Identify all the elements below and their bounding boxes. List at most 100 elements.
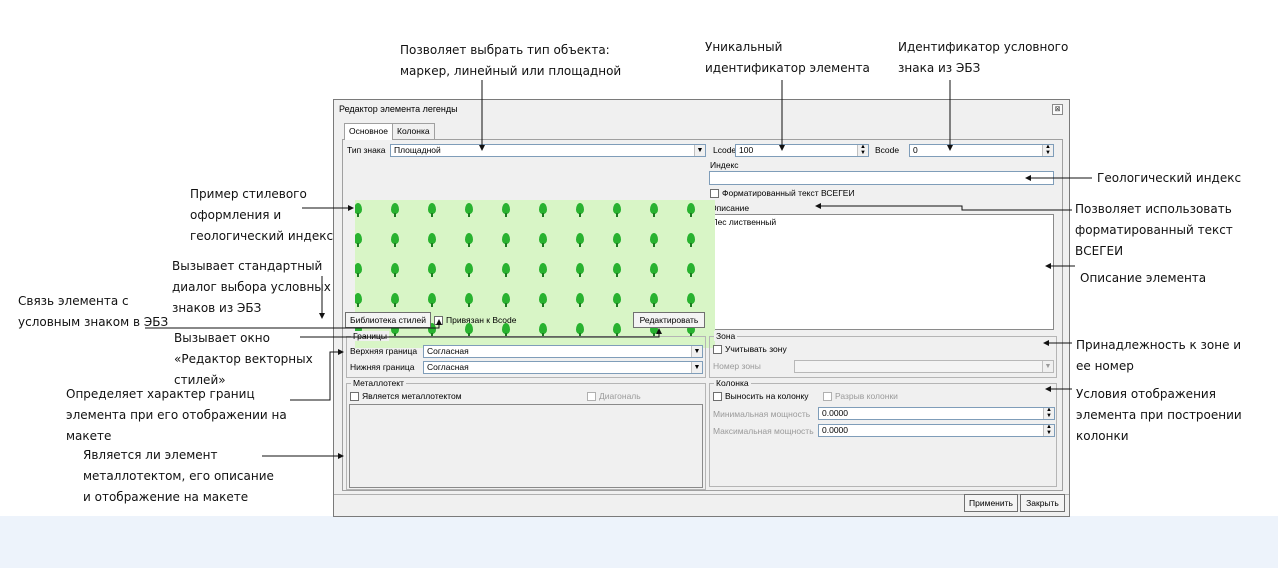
annotation-type-select: Позволяет выбрать тип объекта: маркер, л… xyxy=(400,43,622,78)
bcode-input[interactable]: 0 ▲ ▼ xyxy=(909,144,1054,157)
tree-icon xyxy=(355,293,362,307)
tree-icon xyxy=(650,263,658,277)
tree-icon xyxy=(391,293,399,307)
tree-icon xyxy=(428,263,436,277)
close-icon[interactable]: ⊠ xyxy=(1052,104,1063,115)
annotation-ebz-id: Идентификатор условного знака из ЭБЗ xyxy=(898,40,1069,75)
borders-group-title: Границы xyxy=(351,331,389,341)
lcode-label: Lcode xyxy=(713,145,737,155)
show-on-column-checkbox[interactable] xyxy=(713,392,722,401)
tree-icon xyxy=(613,233,621,247)
tree-icon xyxy=(391,203,399,217)
consider-zone-checkbox[interactable] xyxy=(713,345,722,354)
tree-icon xyxy=(613,293,621,307)
annotation-borders-character: Определяет характер границ элемента при … xyxy=(66,387,287,443)
annotation-description: Описание элемента xyxy=(1080,271,1207,285)
annotation-geo-index: Геологический индекс xyxy=(1097,171,1242,185)
zone-group: Зона Учитывать зону Номер зоны ▼ xyxy=(709,331,1057,378)
column-group-title: Колонка xyxy=(714,378,751,388)
min-thickness-input[interactable]: 0.0000 ▲ ▼ xyxy=(818,407,1055,420)
description-textarea[interactable]: Лес лиственный xyxy=(709,214,1054,330)
upper-border-value: Согласная xyxy=(427,346,469,356)
spinner-icon[interactable]: ▲ ▼ xyxy=(1043,425,1054,436)
borders-group: Границы Верхняя граница Согласная ▼ Нижн… xyxy=(346,331,706,378)
lower-border-select[interactable]: Согласная ▼ xyxy=(423,361,703,374)
annotation-style-example: Пример стилевого оформления и геологичес… xyxy=(190,187,334,243)
chevron-down-icon[interactable]: ▼ xyxy=(694,145,705,156)
tree-icon xyxy=(687,203,695,217)
style-library-button[interactable]: Библиотека стилей xyxy=(345,312,431,328)
tab-panel-main: Тип знака Площадной ▼ Lcode 100 ▲ ▼ Bcode… xyxy=(342,139,1063,491)
tree-icon xyxy=(613,323,621,337)
tree-icon xyxy=(613,203,621,217)
metallotect-group-title: Металлотект xyxy=(351,378,406,388)
spinner-icon[interactable]: ▲ ▼ xyxy=(1042,145,1053,156)
spinner-icon[interactable]: ▲ ▼ xyxy=(1043,408,1054,419)
is-metallotect-label: Является металлотектом xyxy=(362,391,462,401)
zone-number-select[interactable]: ▼ xyxy=(794,360,1054,373)
tab-main[interactable]: Основное xyxy=(344,123,393,140)
column-break-label: Разрыв колонки xyxy=(835,391,898,401)
zone-number-label: Номер зоны xyxy=(713,361,761,371)
annotation-column-conditions: Условия отображения элемента при построе… xyxy=(1076,387,1242,443)
close-button[interactable]: Закрыть xyxy=(1020,494,1065,512)
metallotect-description-area[interactable] xyxy=(349,404,703,488)
chevron-down-icon[interactable]: ▼ xyxy=(691,346,702,357)
lcode-value: 100 xyxy=(739,145,754,155)
index-label: Индекс xyxy=(710,160,739,170)
tree-icon xyxy=(355,203,362,217)
annotation-link-ebz: Связь элемента с условным знаком в ЭБЗ xyxy=(18,294,169,329)
diagonal-label: Диагональ xyxy=(599,391,641,401)
tree-icon xyxy=(502,293,510,307)
tree-icon xyxy=(613,263,621,277)
max-thickness-input[interactable]: 0.0000 ▲ ▼ xyxy=(818,424,1055,437)
tree-icon xyxy=(576,203,584,217)
show-on-column-label: Выносить на колонку xyxy=(725,391,809,401)
tab-column[interactable]: Колонка xyxy=(392,123,435,139)
bound-bcode-label: Привязан к Bcode xyxy=(446,315,517,325)
tree-icon xyxy=(687,263,695,277)
bcode-label: Bcode xyxy=(875,145,900,155)
edit-style-button[interactable]: Редактировать xyxy=(633,312,705,328)
window-title: Редактор элемента легенды xyxy=(339,104,458,114)
upper-border-select[interactable]: Согласная ▼ xyxy=(423,345,703,358)
annotation-metallotect-info: Является ли элемент металлотектом, его о… xyxy=(83,448,274,504)
footer-divider xyxy=(334,494,1069,495)
chevron-down-icon[interactable]: ▼ xyxy=(1042,361,1053,372)
formatted-text-label: Форматированный текст ВСЕГЕИ xyxy=(722,188,855,198)
formatted-text-checkbox[interactable] xyxy=(710,189,719,198)
lcode-input[interactable]: 100 ▲ ▼ xyxy=(735,144,869,157)
diagonal-checkbox[interactable] xyxy=(587,392,596,401)
sign-type-select[interactable]: Площадной ▼ xyxy=(390,144,706,157)
tree-icon xyxy=(355,263,362,277)
tree-icon xyxy=(539,323,547,337)
tree-icon xyxy=(428,203,436,217)
annotation-formatted-text: Позволяет использовать форматированный т… xyxy=(1075,202,1233,258)
description-value: Лес лиственный xyxy=(712,217,777,227)
tree-icon xyxy=(687,293,695,307)
column-break-checkbox[interactable] xyxy=(823,392,832,401)
tree-icon xyxy=(687,233,695,247)
tree-icon xyxy=(502,263,510,277)
tree-icon xyxy=(539,203,547,217)
upper-border-label: Верхняя граница xyxy=(350,346,418,356)
tree-icon xyxy=(539,263,547,277)
tree-icon xyxy=(428,233,436,247)
spinner-icon[interactable]: ▲ ▼ xyxy=(857,145,868,156)
max-thickness-label: Максимальная мощность xyxy=(713,426,814,436)
page-footer-band xyxy=(0,516,1278,568)
tree-icon xyxy=(650,203,658,217)
bcode-value: 0 xyxy=(913,145,918,155)
index-input[interactable] xyxy=(709,171,1054,185)
tree-icon xyxy=(576,263,584,277)
consider-zone-label: Учитывать зону xyxy=(725,344,787,354)
tree-icon xyxy=(355,233,362,247)
is-metallotect-checkbox[interactable] xyxy=(350,392,359,401)
bound-bcode-checkbox[interactable] xyxy=(434,316,443,325)
apply-button[interactable]: Применить xyxy=(964,494,1018,512)
tree-icon xyxy=(650,233,658,247)
chevron-down-icon[interactable]: ▼ xyxy=(691,362,702,373)
tree-icon xyxy=(539,293,547,307)
max-thickness-value: 0.0000 xyxy=(822,425,848,435)
lower-border-label: Нижняя граница xyxy=(350,362,415,372)
